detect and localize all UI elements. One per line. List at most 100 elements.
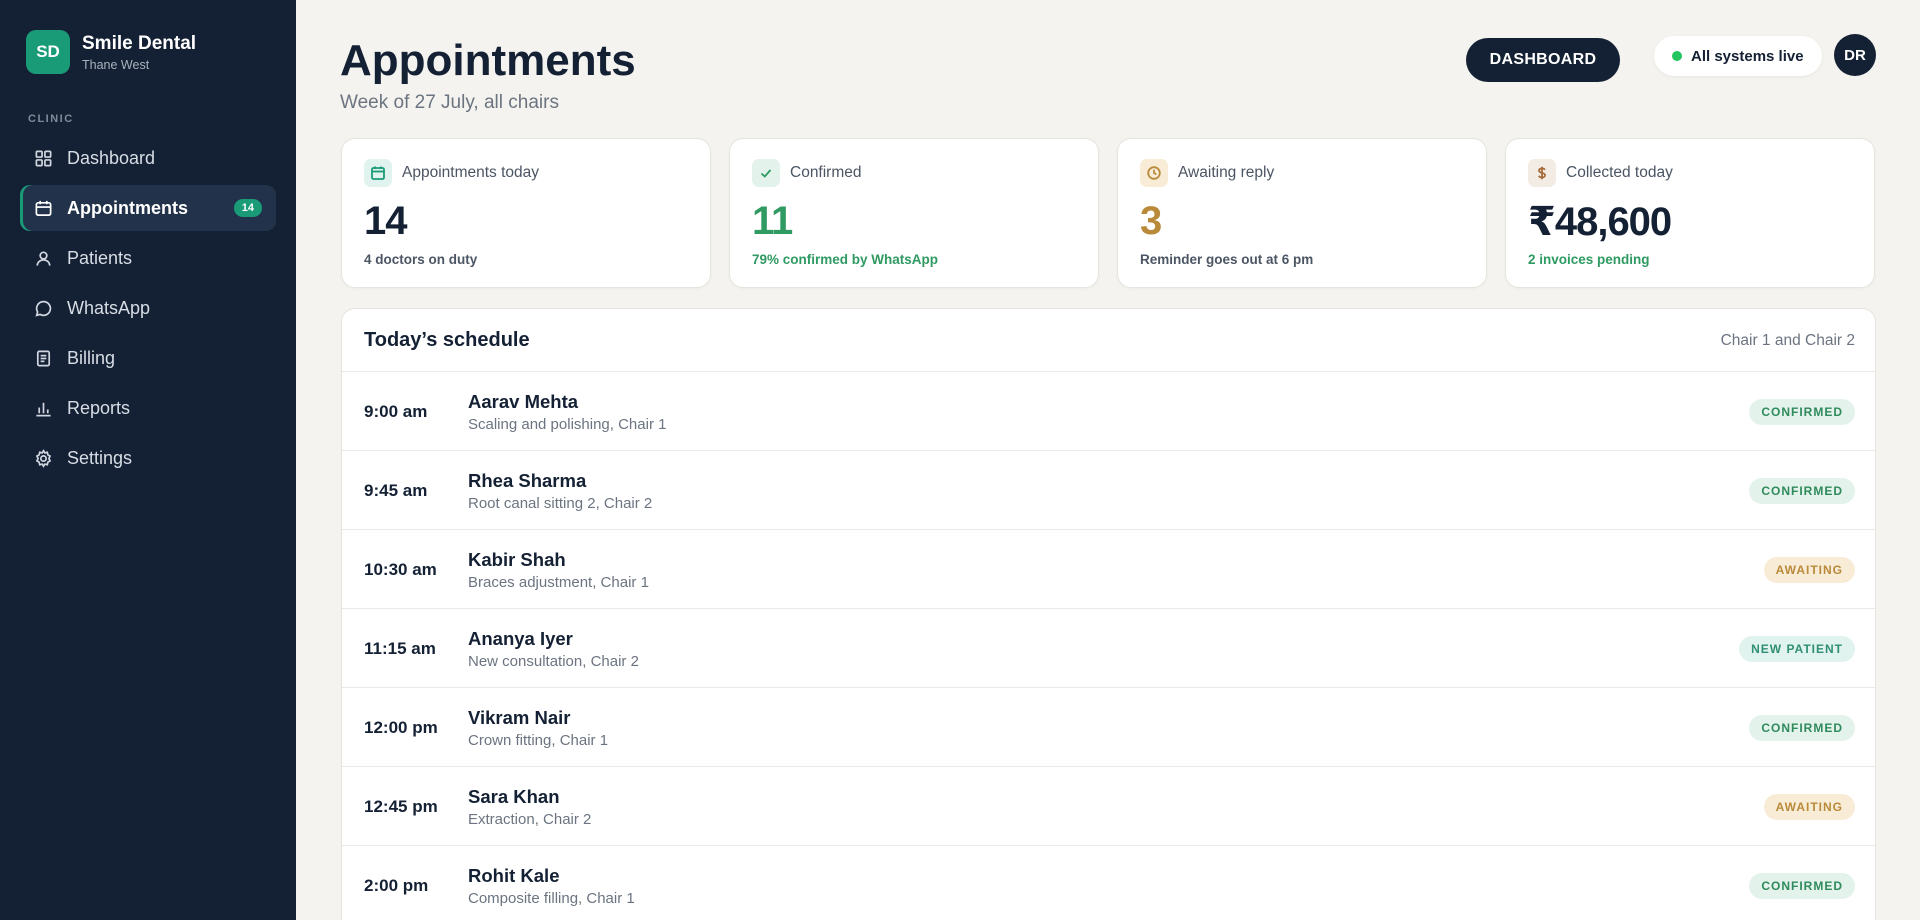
appointment-description: Braces adjustment, Chair 1 [468,574,649,591]
sidebar-item-label: WhatsApp [67,297,151,318]
stat-label: Confirmed [790,164,862,181]
stat-card-appointments-today: Appointments today 14 4 doctors on duty [341,138,711,288]
system-status-pill[interactable]: All systems live [1654,36,1822,76]
stat-card-confirmed: Confirmed 11 79% confirmed by WhatsApp [729,138,1099,288]
table-row[interactable]: 12:00 pm Vikram Nair Crown fitting, Chair … [342,688,1875,767]
dashboard-button[interactable]: DASHBOARD [1466,38,1620,82]
sidebar-item-dashboard[interactable]: Dashboard [20,135,276,181]
page-title: Appointments [340,36,636,85]
status-badge: CONFIRMED [1749,399,1855,425]
user-avatar[interactable]: DR [1834,34,1876,76]
stat-card-header: Appointments today [364,159,539,187]
calendar-icon [33,198,53,218]
status-badge: CONFIRMED [1749,873,1855,899]
appointment-description: Composite filling, Chair 1 [468,890,635,907]
stat-footnote: 79% confirmed by WhatsApp [752,252,939,267]
gear-icon [33,448,53,468]
stat-label: Appointments today [402,164,540,181]
grid-icon [33,148,53,168]
appointment-description: Root canal sitting 2, Chair 2 [468,495,653,512]
sidebar-nav: Dashboard Appointments 14 Patients Whats… [20,135,276,485]
stat-card-awaiting-reply: Awaiting reply 3 Reminder goes out at 6 … [1117,138,1487,288]
table-row[interactable]: 9:00 am Aarav Mehta Scaling and polishing,… [342,372,1875,451]
calendar-icon [364,159,392,187]
schedule-panel: Today’s schedule Chair 1 and Chair 2 9:0… [341,308,1876,920]
status-badge: AWAITING [1763,557,1855,583]
appointments-count-badge: 14 [233,199,262,217]
clock-icon [1140,159,1168,187]
appointment-description: Scaling and polishing, Chair 1 [468,416,667,433]
table-row[interactable]: 12:45 pm Sara Khan Extraction, Chair 2 AWAI… [342,767,1875,846]
patient-name: Rhea Sharma [468,470,587,491]
brand-location: Thane West [82,57,150,72]
patient-name: Kabir Shah [468,549,566,570]
brand[interactable]: SD Smile Dental Thane West [26,30,196,74]
sidebar-item-patients[interactable]: Patients [20,235,276,281]
brand-text: Smile Dental Thane West [82,33,196,72]
stat-footnote: 4 doctors on duty [364,252,478,267]
appointment-time: 12:00 pm [364,718,438,737]
stat-footnote: 2 invoices pending [1528,252,1650,267]
dollar-icon [1528,159,1556,187]
sidebar-item-label: Reports [67,397,131,418]
status-badge: CONFIRMED [1749,478,1855,504]
patient-name: Rohit Kale [468,865,560,886]
table-row[interactable]: 10:30 am Kabir Shah Braces adjustment, Cha… [342,530,1875,609]
sidebar-item-label: Settings [67,447,133,468]
appointment-time: 10:30 am [364,560,437,579]
stat-label: Awaiting reply [1178,164,1275,181]
patient-name: Aarav Mehta [468,391,579,412]
stat-value: 11 [752,199,793,243]
sidebar-item-whatsapp[interactable]: WhatsApp [20,285,276,331]
patient-name: Sara Khan [468,786,560,807]
appointment-description: New consultation, Chair 2 [468,653,639,670]
appointment-time: 9:45 am [364,481,428,500]
status-text: All systems live [1691,47,1804,65]
schedule-chairs: Chair 1 and Chair 2 [1720,332,1855,349]
sidebar-item-label: Patients [67,247,133,268]
status-badge: CONFIRMED [1749,715,1855,741]
schedule-title: Today’s schedule [364,329,530,351]
appointment-time: 11:15 am [364,639,436,658]
receipt-icon [33,348,53,368]
appointment-time: 2:00 pm [364,876,429,895]
nav-section-label: CLINIC [28,113,74,125]
status-badge: AWAITING [1763,794,1855,820]
appointment-time: 12:45 pm [364,797,438,816]
appointment-description: Crown fitting, Chair 1 [468,732,609,749]
sidebar-item-billing[interactable]: Billing [20,335,276,381]
sidebar-item-label: Appointments [67,197,188,218]
schedule-header: Today’s schedule Chair 1 and Chair 2 [342,309,1875,372]
sidebar-item-label: Billing [67,347,116,368]
stat-card-header: Collected today [1528,159,1673,187]
sidebar-item-settings[interactable]: Settings [20,435,276,481]
clinic-logo: SD [26,30,70,74]
stat-value: ₹48,600 [1528,200,1672,244]
patient-name: Vikram Nair [468,707,571,728]
appointment-description: Extraction, Chair 2 [468,811,592,828]
stat-card-header: Awaiting reply [1140,159,1274,187]
sidebar-item-appointments[interactable]: Appointments 14 [20,185,276,231]
stat-label: Collected today [1566,164,1673,181]
patient-name: Ananya Iyer [468,628,573,649]
check-icon [752,159,780,187]
stat-footnote: Reminder goes out at 6 pm [1140,252,1314,267]
appointment-time: 9:00 am [364,402,428,421]
schedule-list: 9:00 am Aarav Mehta Scaling and polishing,… [342,372,1875,920]
status-dot-icon [1672,51,1682,61]
brand-name: Smile Dental [82,32,197,54]
stat-value: 3 [1140,199,1162,243]
table-row[interactable]: 2:00 pm Rohit Kale Composite filling, Chai… [342,846,1875,920]
bar-chart-icon [33,398,53,418]
chat-icon [33,298,53,318]
stat-card-header: Confirmed [752,159,862,187]
stat-value: 14 [364,199,407,243]
table-row[interactable]: 11:15 am Ananya Iyer New consultation, Cha… [342,609,1875,688]
table-row[interactable]: 9:45 am Rhea Sharma Root canal sitting 2, … [342,451,1875,530]
sidebar: SD Smile Dental Thane West CLINIC Dashbo… [0,0,296,920]
page-subtitle: Week of 27 July, all chairs [340,92,559,113]
status-badge: NEW PATIENT [1739,636,1855,662]
user-icon [33,248,53,268]
sidebar-item-reports[interactable]: Reports [20,385,276,431]
sidebar-item-label: Dashboard [67,147,156,168]
